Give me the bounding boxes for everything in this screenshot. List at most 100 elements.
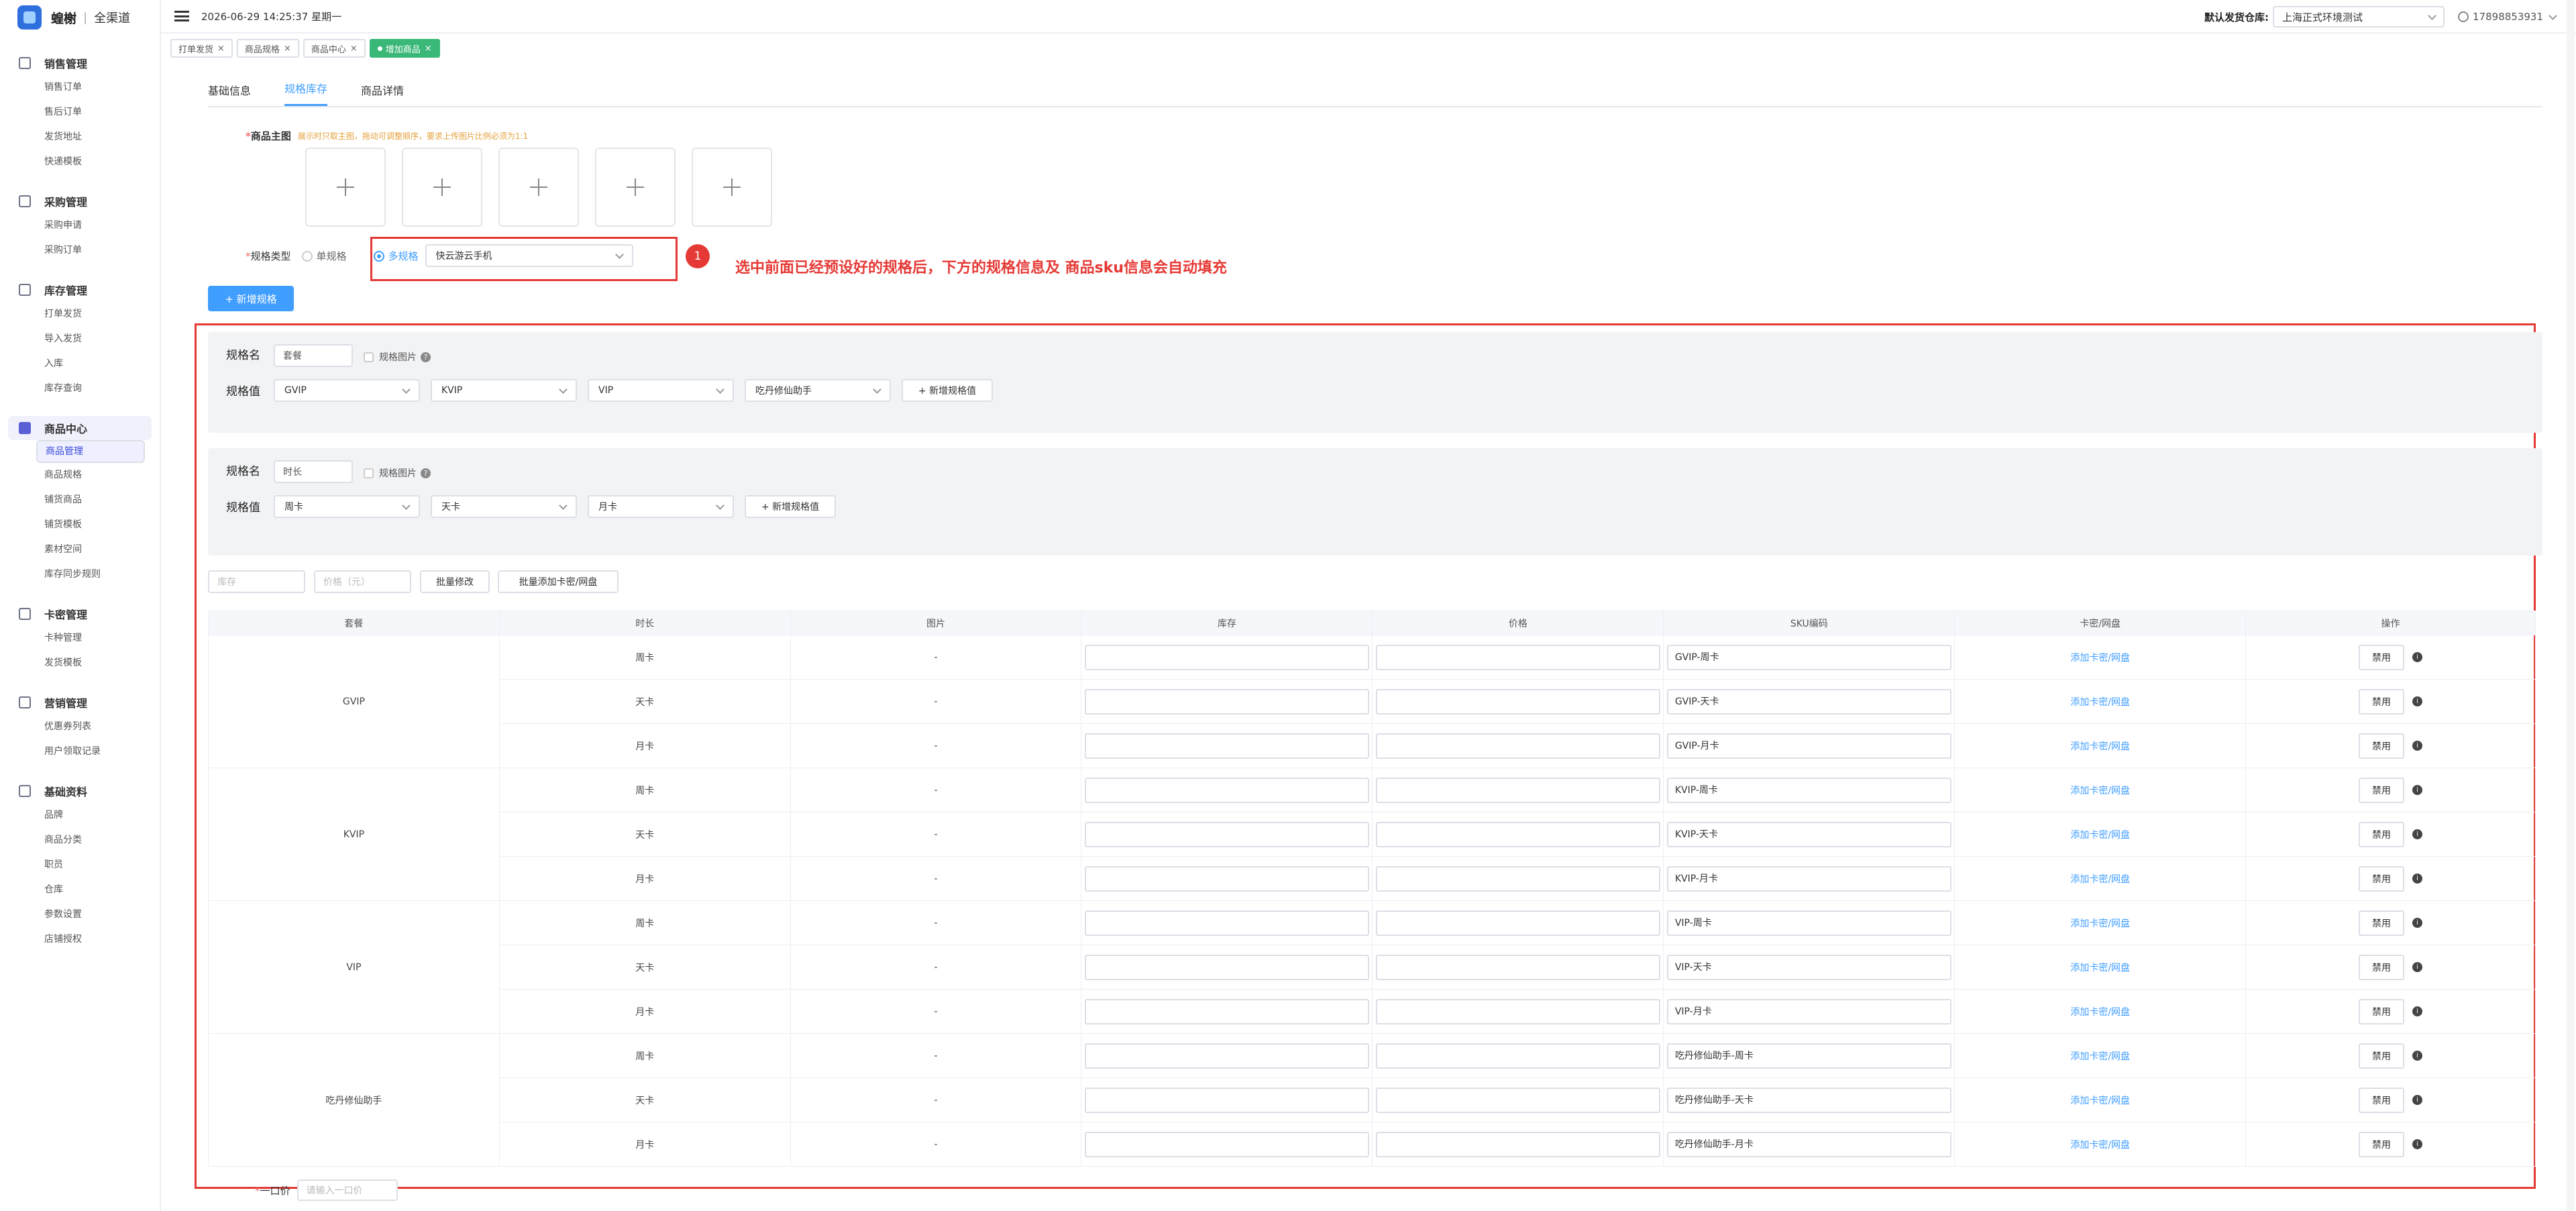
- info-icon[interactable]: i: [2412, 1139, 2423, 1149]
- close-icon[interactable]: ×: [217, 44, 225, 54]
- price-input[interactable]: [1375, 865, 1660, 892]
- sidebar-item[interactable]: 优惠券列表: [0, 715, 160, 739]
- sidebar-item[interactable]: 用户领取记录: [0, 739, 160, 764]
- spec-name-input[interactable]: 套餐: [274, 344, 353, 367]
- add-spec-value-button[interactable]: + 新增规格值: [745, 495, 836, 518]
- info-icon[interactable]: i: [2412, 962, 2423, 972]
- disable-button[interactable]: 禁用: [2359, 733, 2405, 759]
- page-tab[interactable]: 基础信息: [208, 82, 251, 106]
- disable-button[interactable]: 禁用: [2359, 910, 2405, 936]
- batch-edit-button[interactable]: 批量修改: [420, 570, 490, 593]
- add-card-link[interactable]: 添加卡密/网盘: [2070, 1096, 2130, 1106]
- stock-input[interactable]: [1084, 821, 1369, 847]
- sidebar-item[interactable]: 商品管理: [36, 440, 145, 463]
- price-input[interactable]: [1375, 954, 1660, 980]
- sidebar-item[interactable]: 店铺授权: [0, 927, 160, 952]
- disable-button[interactable]: 禁用: [2359, 998, 2405, 1024]
- stock-input[interactable]: [1084, 865, 1369, 892]
- spec-name-input[interactable]: 时长: [274, 460, 353, 483]
- nav-group-4[interactable]: 卡密管理: [0, 602, 160, 626]
- sku-code-input[interactable]: VIP-月卡: [1666, 998, 1951, 1024]
- info-icon[interactable]: i: [2412, 741, 2423, 751]
- info-icon[interactable]: i: [2412, 696, 2423, 706]
- price-input[interactable]: [1375, 910, 1660, 936]
- disable-button[interactable]: 禁用: [2359, 1087, 2405, 1113]
- nav-group-2[interactable]: 库存管理: [0, 278, 160, 302]
- add-card-link[interactable]: 添加卡密/网盘: [2070, 918, 2130, 929]
- info-icon[interactable]: i: [2412, 918, 2423, 928]
- sidebar-item[interactable]: 铺货模板: [0, 513, 160, 537]
- nav-group-5[interactable]: 营销管理: [0, 690, 160, 715]
- stock-input[interactable]: [1084, 644, 1369, 670]
- sidebar-item[interactable]: 仓库: [0, 878, 160, 902]
- one-price-input[interactable]: 请输入一口价: [297, 1179, 398, 1201]
- add-card-link[interactable]: 添加卡密/网盘: [2070, 830, 2130, 841]
- sku-code-input[interactable]: VIP-周卡: [1666, 910, 1951, 936]
- spec-value-select[interactable]: 月卡: [588, 495, 734, 518]
- disable-button[interactable]: 禁用: [2359, 777, 2405, 803]
- stock-input[interactable]: [1084, 688, 1369, 715]
- sku-code-input[interactable]: 吃丹修仙助手-月卡: [1666, 1131, 1951, 1157]
- info-icon[interactable]: i: [2412, 785, 2423, 795]
- info-icon[interactable]: i: [2412, 1051, 2423, 1061]
- add-card-link[interactable]: 添加卡密/网盘: [2070, 653, 2130, 664]
- sku-code-input[interactable]: 吃丹修仙助手-天卡: [1666, 1087, 1951, 1113]
- close-icon[interactable]: ×: [350, 44, 358, 54]
- close-icon[interactable]: ×: [284, 44, 291, 54]
- sidebar-item[interactable]: 参数设置: [0, 902, 160, 927]
- sku-code-input[interactable]: KVIP-天卡: [1666, 821, 1951, 847]
- open-tab[interactable]: 打单发货 ×: [170, 39, 233, 58]
- image-upload-slot[interactable]: [498, 148, 579, 227]
- open-tab[interactable]: 商品中心 ×: [303, 39, 366, 58]
- sidebar-item[interactable]: 卡种管理: [0, 626, 160, 651]
- sidebar-item[interactable]: 售后订单: [0, 100, 160, 125]
- batch-price-input[interactable]: 价格（元）: [314, 570, 411, 593]
- add-card-link[interactable]: 添加卡密/网盘: [2070, 1140, 2130, 1151]
- price-input[interactable]: [1375, 998, 1660, 1024]
- nav-group-6[interactable]: 基础资料: [0, 779, 160, 803]
- sidebar-item[interactable]: 商品规格: [0, 463, 160, 488]
- price-input[interactable]: [1375, 1043, 1660, 1069]
- page-scrollbar[interactable]: [2567, 0, 2575, 1211]
- add-card-link[interactable]: 添加卡密/网盘: [2070, 1051, 2130, 1062]
- info-icon[interactable]: i: [2412, 1095, 2423, 1105]
- price-input[interactable]: [1375, 1131, 1660, 1157]
- sku-code-input[interactable]: GVIP-天卡: [1666, 688, 1951, 715]
- sidebar-item[interactable]: 发货模板: [0, 651, 160, 676]
- add-card-link[interactable]: 添加卡密/网盘: [2070, 786, 2130, 796]
- add-spec-value-button[interactable]: + 新增规格值: [902, 379, 993, 402]
- spec-image-checkbox[interactable]: 规格图片?: [364, 466, 431, 480]
- sidebar-item[interactable]: 发货地址: [0, 125, 160, 150]
- menu-toggle-icon[interactable]: [174, 11, 189, 21]
- disable-button[interactable]: 禁用: [2359, 1131, 2405, 1157]
- add-card-link[interactable]: 添加卡密/网盘: [2070, 697, 2130, 708]
- info-icon[interactable]: i: [2412, 652, 2423, 662]
- disable-button[interactable]: 禁用: [2359, 644, 2405, 670]
- spec-value-select[interactable]: VIP: [588, 379, 734, 402]
- sidebar-item[interactable]: 品牌: [0, 803, 160, 828]
- add-card-link[interactable]: 添加卡密/网盘: [2070, 741, 2130, 752]
- image-upload-slot[interactable]: [402, 148, 482, 227]
- batch-stock-input[interactable]: 库存: [208, 570, 305, 593]
- single-spec-radio[interactable]: 单规格: [301, 249, 347, 263]
- page-tab[interactable]: 规格库存: [284, 80, 328, 106]
- sidebar-item[interactable]: 职员: [0, 853, 160, 878]
- open-tab[interactable]: 商品规格 ×: [236, 39, 299, 58]
- image-upload-slot[interactable]: [692, 148, 772, 227]
- sidebar-item[interactable]: 素材空间: [0, 537, 160, 562]
- stock-input[interactable]: [1084, 998, 1369, 1024]
- sidebar-item[interactable]: 采购订单: [0, 238, 160, 263]
- price-input[interactable]: [1375, 688, 1660, 715]
- nav-group-3[interactable]: 商品中心: [8, 416, 152, 440]
- stock-input[interactable]: [1084, 1131, 1369, 1157]
- sidebar-item[interactable]: 库存同步规则: [0, 562, 160, 587]
- stock-input[interactable]: [1084, 1087, 1369, 1113]
- spec-value-select[interactable]: 周卡: [274, 495, 420, 518]
- disable-button[interactable]: 禁用: [2359, 821, 2405, 847]
- nav-group-0[interactable]: 销售管理: [0, 51, 160, 75]
- price-input[interactable]: [1375, 821, 1660, 847]
- user-menu[interactable]: 17898853931: [2458, 11, 2557, 23]
- stock-input[interactable]: [1084, 1043, 1369, 1069]
- sku-code-input[interactable]: KVIP-周卡: [1666, 777, 1951, 803]
- spec-value-select[interactable]: 吃丹修仙助手: [745, 379, 891, 402]
